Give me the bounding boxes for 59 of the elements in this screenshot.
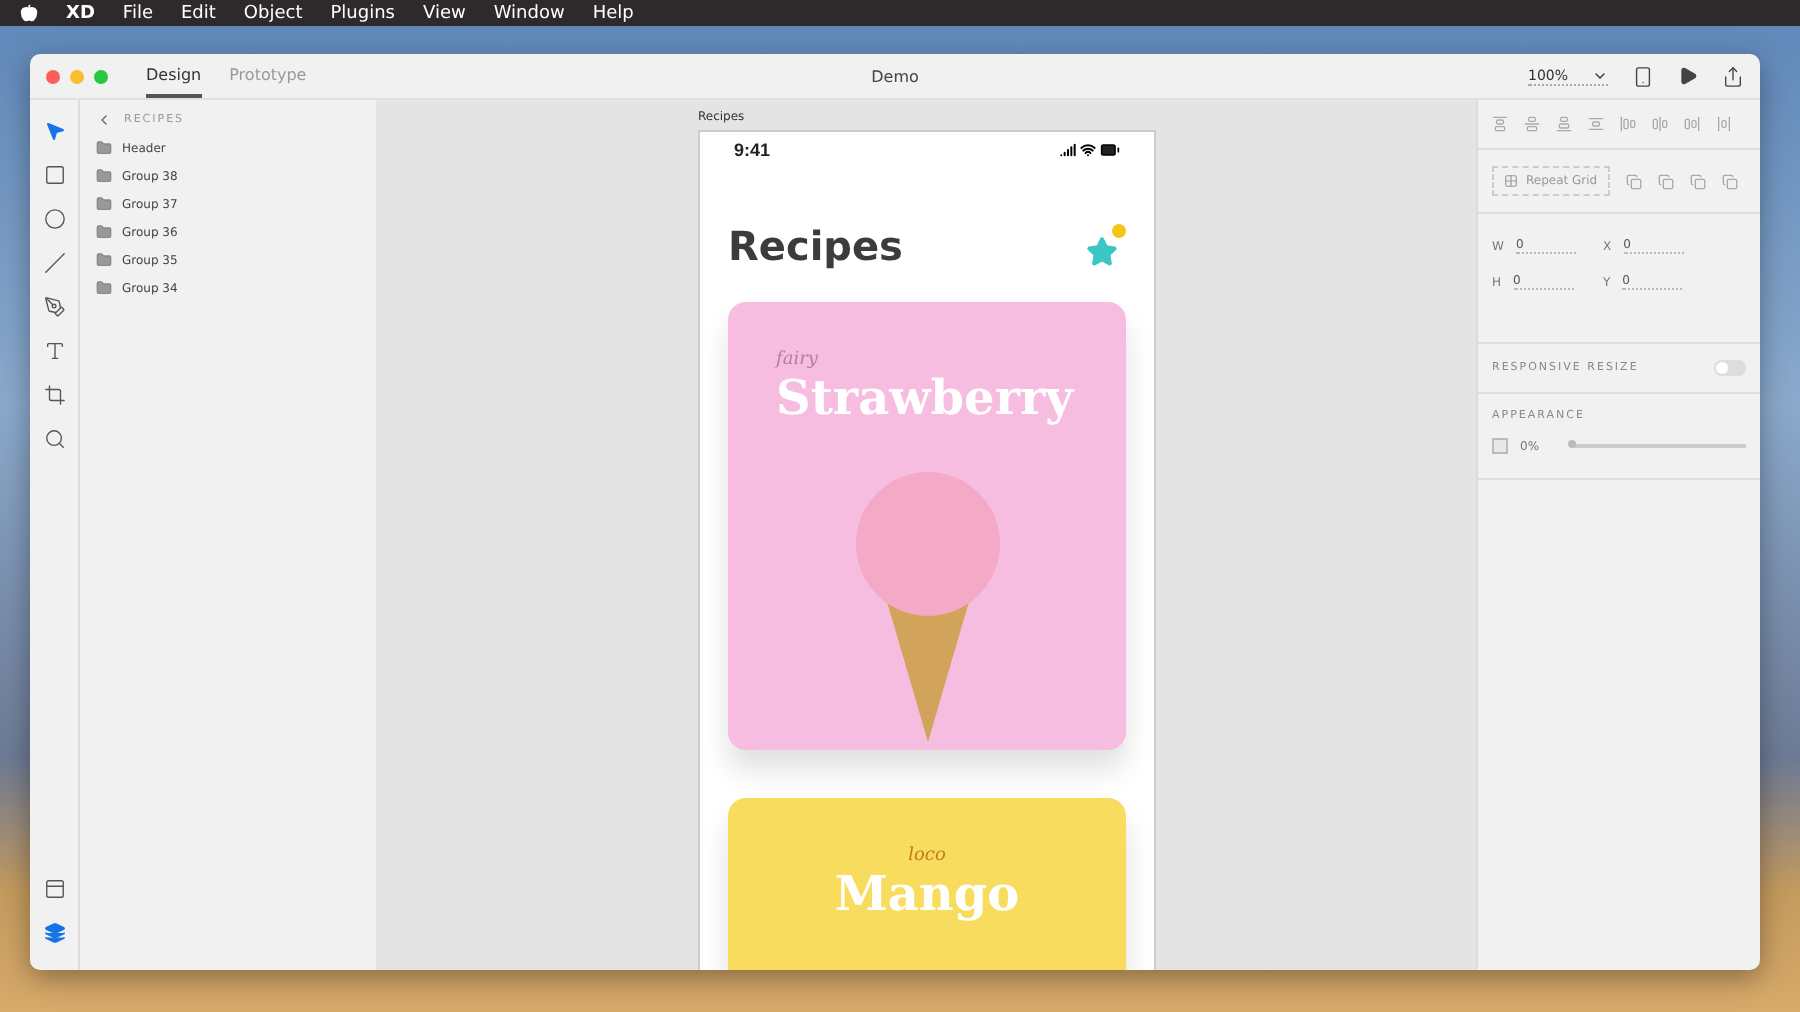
battery-icon (1100, 140, 1120, 160)
card-subtitle: fairy (776, 350, 818, 370)
align-icon[interactable] (1556, 116, 1572, 132)
play-icon[interactable] (1678, 66, 1698, 86)
signal-icon (1060, 142, 1076, 158)
card-title: Mango (834, 866, 1020, 924)
align-icon[interactable] (1524, 116, 1540, 132)
menu-item[interactable]: File (122, 3, 153, 23)
overlapping-squares-icon[interactable] (1721, 173, 1738, 189)
card-subtitle: loco (908, 846, 946, 866)
crop-icon[interactable] (40, 380, 68, 408)
phone-icon[interactable] (1632, 65, 1654, 87)
folder-icon (96, 280, 112, 296)
grid-icon (1504, 174, 1518, 188)
line-icon[interactable] (40, 248, 68, 276)
folder-icon (96, 224, 112, 240)
wifi-icon (1080, 142, 1096, 158)
star-icon[interactable] (1086, 236, 1118, 268)
card-title: Strawberry (776, 370, 1074, 428)
maximize-icon[interactable] (94, 69, 108, 83)
panel-icon[interactable] (40, 874, 68, 902)
minimize-icon[interactable] (70, 69, 84, 83)
overlapping-squares-icon[interactable] (1657, 173, 1674, 189)
menu-item[interactable]: Edit (180, 3, 216, 23)
menu-item[interactable]: XD (66, 3, 95, 23)
layers-icon[interactable] (40, 918, 68, 946)
tab[interactable]: Design (146, 54, 202, 98)
align-icon[interactable] (1620, 116, 1636, 132)
menu-item[interactable]: Help (592, 3, 634, 23)
folder-icon (96, 252, 112, 268)
status-time: 9:41 (734, 140, 771, 160)
slider-thumb[interactable] (1568, 440, 1576, 448)
overlapping-squares-icon[interactable] (1689, 173, 1706, 189)
toggle-switch[interactable] (1714, 360, 1746, 376)
back-icon[interactable] (96, 112, 112, 128)
window-title: Demo (871, 67, 919, 85)
align-icon[interactable] (1652, 116, 1668, 132)
align-icon[interactable] (1588, 116, 1604, 132)
share-icon[interactable] (1722, 65, 1744, 87)
checkbox[interactable] (1492, 438, 1508, 454)
menu-item[interactable]: Window (493, 3, 565, 23)
folder-icon (96, 140, 112, 156)
notification-badge (1112, 224, 1126, 238)
align-icon[interactable] (1684, 116, 1700, 132)
rectangle-icon[interactable] (40, 160, 68, 188)
align-icon[interactable] (1492, 116, 1508, 132)
menu-item[interactable]: Plugins (330, 3, 395, 23)
overlapping-squares-icon[interactable] (1625, 173, 1642, 189)
folder-icon (96, 196, 112, 212)
close-icon[interactable] (46, 69, 60, 83)
ellipse-icon[interactable] (40, 204, 68, 232)
page-title: Recipes (728, 222, 903, 270)
align-icon[interactable] (1716, 116, 1732, 132)
pen-icon[interactable] (40, 292, 68, 320)
search-icon[interactable] (40, 424, 68, 452)
apple-icon[interactable] (20, 4, 38, 22)
menu-item[interactable]: Object (243, 3, 303, 23)
folder-icon (96, 168, 112, 184)
menu-item[interactable]: View (422, 3, 466, 23)
